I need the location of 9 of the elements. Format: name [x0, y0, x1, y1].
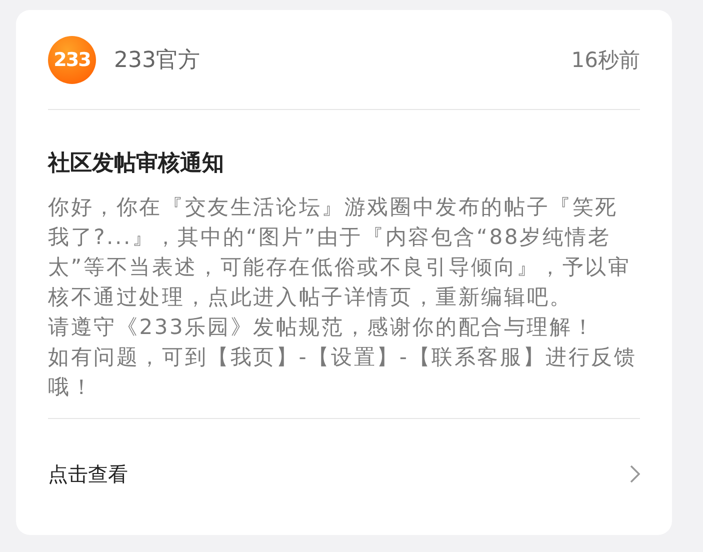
- chevron-right-icon[interactable]: [630, 465, 640, 483]
- notice-paragraph: 你好，你在『交友生活论坛』游戏圈中发布的帖子『笑死我了?...』，其中的“图片”由于『内容包含“88岁纯情老太”等不当表述，可能存在低俗或不良引导倾向』，予以审核不通过处理，点此进入帖子详情页，重新编辑吧。: [48, 194, 632, 311]
- notice-paragraph: 请遵守《233乐园》发帖规范，感谢你的配合与理解！: [48, 314, 596, 341]
- sender-name: 233官方: [114, 46, 201, 74]
- timestamp: 16秒前: [571, 46, 640, 74]
- view-link[interactable]: 点击查看: [48, 460, 128, 488]
- notice-paragraph: 如有问题，可到【我页】-【设置】-【联系客服】进行反馈哦！: [48, 344, 638, 401]
- logo: 233: [48, 36, 96, 84]
- notice-title: 社区发帖审核通知: [48, 150, 225, 178]
